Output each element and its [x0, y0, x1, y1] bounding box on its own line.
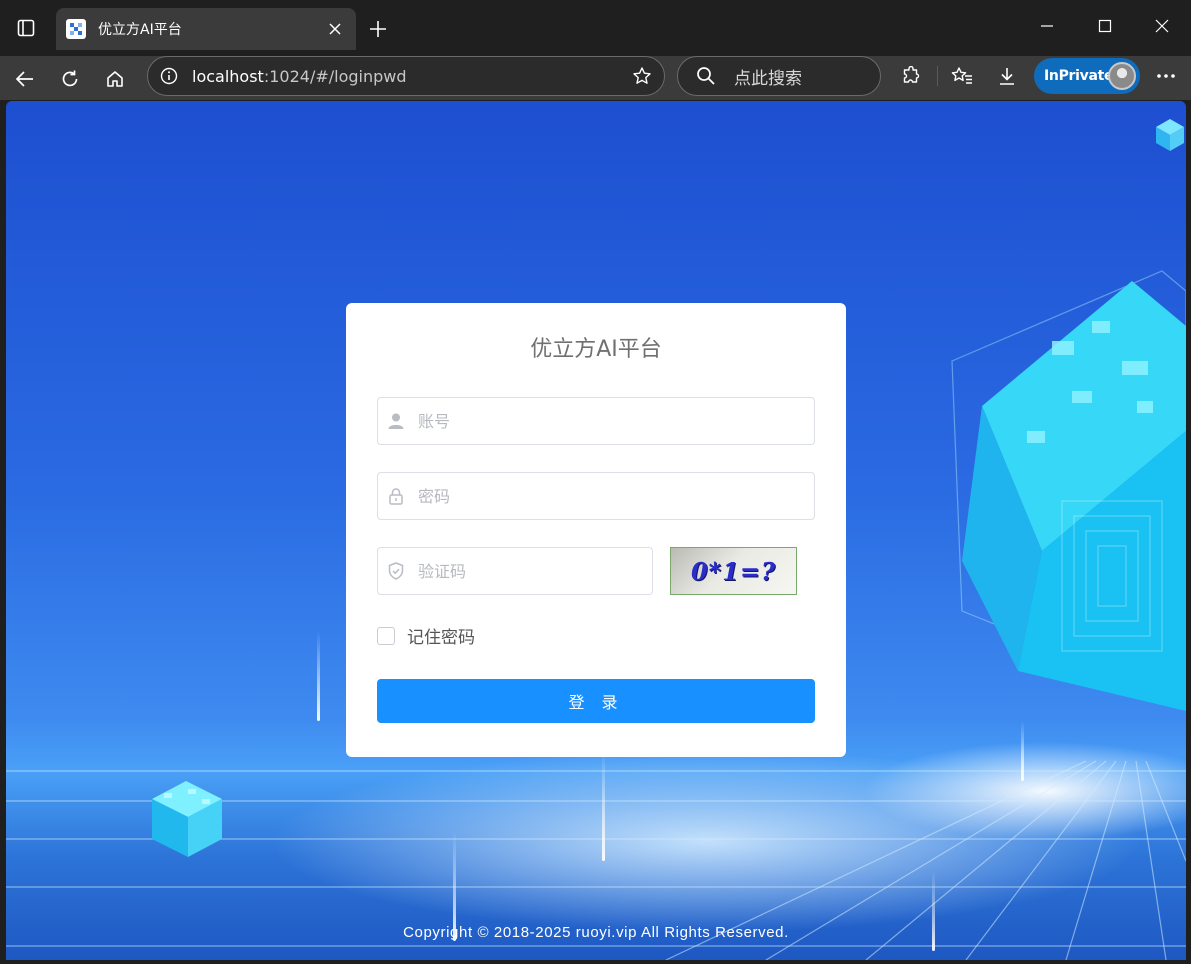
favorites-button[interactable] — [945, 59, 979, 93]
extensions-icon — [903, 66, 920, 83]
maximize-icon — [1098, 19, 1112, 33]
captcha-input[interactable] — [418, 551, 652, 591]
user-icon — [386, 411, 406, 431]
light-beam — [1021, 721, 1024, 781]
favicon-icon — [66, 19, 86, 39]
close-window-button[interactable] — [1134, 8, 1190, 44]
inprivate-button[interactable]: InPrivate — [1034, 58, 1140, 94]
more-button[interactable] — [1149, 59, 1183, 93]
site-info-icon[interactable] — [160, 67, 178, 85]
password-field[interactable] — [377, 472, 815, 520]
url-text[interactable]: localhost:1024/#/loginpwd — [192, 67, 632, 86]
shield-icon — [386, 561, 406, 581]
login-card: 优立方AI平台 0*1=? 记住密码 登 录 — [346, 303, 846, 757]
light-beam — [602, 751, 605, 861]
tab-actions-button[interactable] — [8, 12, 44, 44]
url-path: :1024/#/loginpwd — [263, 66, 407, 86]
search-box[interactable]: 点此搜索 — [677, 56, 881, 96]
home-button[interactable] — [98, 62, 132, 96]
small-cube-illustration — [152, 781, 222, 857]
login-button[interactable]: 登 录 — [377, 679, 815, 723]
close-window-icon — [1155, 19, 1169, 33]
extensions-button[interactable] — [894, 59, 928, 93]
tab-title: 优立方AI平台 — [98, 22, 182, 38]
browser-titlebar: 优立方AI平台 — [0, 0, 1191, 56]
inprivate-label: InPrivate — [1044, 68, 1114, 84]
minimize-icon — [1041, 25, 1053, 27]
search-placeholder: 点此搜索 — [734, 68, 802, 89]
captcha-text: 0*1=? — [690, 556, 777, 586]
downloads-icon — [1000, 68, 1014, 85]
address-bar[interactable]: localhost:1024/#/loginpwd — [147, 56, 665, 96]
new-tab-icon — [370, 21, 386, 37]
url-host: localhost — [192, 66, 264, 86]
refresh-button[interactable] — [53, 62, 87, 96]
more-icon — [1157, 74, 1175, 78]
remember-password[interactable]: 记住密码 — [377, 623, 475, 648]
browser-tab[interactable]: 优立方AI平台 — [56, 8, 356, 50]
password-input[interactable] — [418, 476, 814, 516]
lock-icon — [386, 486, 406, 506]
back-button[interactable] — [8, 62, 42, 96]
remember-checkbox[interactable] — [377, 626, 395, 645]
favorite-star-icon[interactable] — [632, 66, 652, 86]
downloads-button[interactable] — [990, 59, 1024, 93]
username-field[interactable] — [377, 397, 815, 445]
avatar — [1108, 62, 1136, 90]
light-beam — [317, 631, 320, 721]
favorites-icon — [951, 67, 972, 84]
search-icon — [697, 67, 715, 85]
captcha-image[interactable]: 0*1=? — [670, 547, 797, 595]
username-input[interactable] — [418, 401, 814, 441]
remember-label: 记住密码 — [407, 628, 475, 648]
close-tab-icon — [329, 23, 341, 35]
home-icon — [107, 71, 123, 87]
cube-illustration — [951, 270, 1186, 711]
back-icon — [15, 71, 33, 87]
minimize-button[interactable] — [1019, 8, 1075, 44]
page-viewport: 优立方AI平台 0*1=? 记住密码 登 录 Co — [6, 101, 1186, 960]
toolbar-separator — [937, 66, 938, 86]
copyright-text: Copyright © 2018-2025 ruoyi.vip All Righ… — [403, 924, 789, 941]
refresh-icon — [62, 70, 78, 87]
new-tab-button[interactable] — [362, 14, 394, 44]
captcha-field[interactable] — [377, 547, 653, 595]
small-cube-illustration — [1156, 119, 1184, 151]
tab-actions-icon — [17, 19, 35, 37]
close-tab-button[interactable] — [324, 18, 346, 40]
maximize-button[interactable] — [1077, 8, 1133, 44]
page-title: 优立方AI平台 — [530, 337, 662, 362]
